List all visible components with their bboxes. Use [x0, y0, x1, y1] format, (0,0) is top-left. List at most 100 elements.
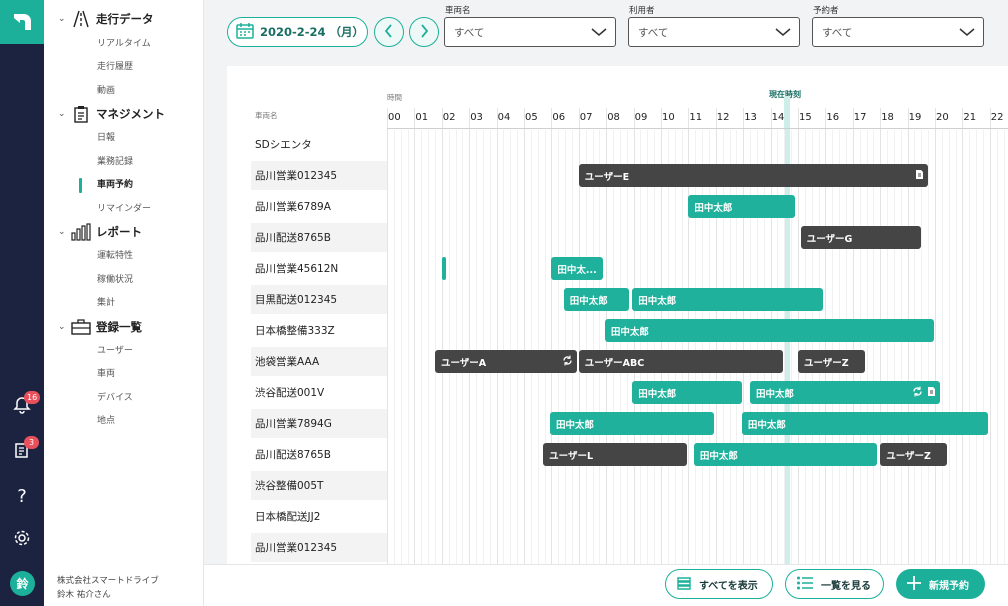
reservation-user: 田中太郎	[638, 388, 677, 400]
next-day-button[interactable]	[409, 17, 439, 47]
settings-button[interactable]	[0, 524, 44, 556]
quarter-gridline	[804, 130, 806, 564]
reservation-user: ユーザーG	[806, 233, 853, 245]
vehicle-filter-select[interactable]: すべて	[444, 17, 616, 47]
sidebar-item-devices[interactable]: デバイス	[97, 391, 133, 405]
vehicle-row-label: 品川配送8765B	[255, 449, 331, 461]
reservation-bar[interactable]: 田中太郎	[750, 381, 941, 404]
notifications-button[interactable]: 16	[0, 391, 44, 423]
stack-icon	[676, 575, 692, 594]
sidebar-item-realtime[interactable]: リアルタイム	[97, 37, 151, 51]
quarter-gridline	[489, 130, 491, 564]
sidebar-item-work-record[interactable]: 業務記録	[97, 155, 133, 169]
reservation-bar[interactable]: ユーザーG	[800, 226, 922, 249]
sidebar-item-reminder[interactable]: リマインダー	[97, 202, 151, 216]
hour-label: 01	[415, 112, 429, 123]
reservation-bar[interactable]: ユーザーZ	[798, 350, 866, 373]
show-all-button[interactable]: すべてを表示	[665, 569, 773, 599]
hour-label: 22	[990, 112, 1004, 123]
quarter-gridline	[558, 130, 560, 564]
quarter-gridline	[462, 130, 464, 564]
reservation-bar[interactable]: 田中太...	[551, 257, 604, 280]
hour-label: 07	[579, 112, 593, 123]
view-list-button[interactable]: 一覧を見る	[785, 569, 884, 599]
quarter-gridline	[921, 130, 923, 564]
help-button[interactable]: ?	[0, 480, 44, 512]
sidebar-item-locations[interactable]: 地点	[97, 414, 115, 428]
booker-filter-value: すべて	[822, 26, 853, 39]
reservation-bar[interactable]: 田中太郎	[632, 288, 823, 311]
sidebar-item-vehicles[interactable]: 車両	[97, 367, 115, 381]
sidebar-item-history[interactable]: 走行履歴	[97, 60, 133, 74]
avatar[interactable]: 鈴	[10, 571, 35, 596]
quarter-gridline	[941, 130, 943, 564]
reservation-bar[interactable]: 田中太郎	[693, 443, 878, 466]
reservation-user: 田中太郎	[556, 419, 595, 431]
reservation-bar[interactable]: ユーザーABC	[578, 350, 783, 373]
view-list-label: 一覧を見る	[821, 580, 871, 592]
reservation-bar[interactable]: 田中太郎	[563, 288, 630, 311]
quarter-gridline	[448, 130, 450, 564]
booker-filter-label: 予約者	[813, 6, 839, 16]
app-logo[interactable]	[0, 0, 44, 44]
road-icon	[70, 9, 92, 29]
hour-label: 02	[442, 112, 456, 123]
reservation-icons	[912, 386, 936, 400]
chevron-down-icon: ⌄	[58, 109, 66, 119]
hour-gridline	[962, 108, 964, 564]
nav-section-report[interactable]: ⌄ レポート	[58, 222, 142, 242]
vehicle-row-label: 目黒配送012345	[251, 285, 387, 314]
booker-filter-select[interactable]: すべて	[812, 17, 984, 47]
sidebar-item-daily-report[interactable]: 日報	[97, 131, 115, 145]
nav-section-registry[interactable]: ⌄ 登録一覧	[58, 317, 142, 337]
reservation-bar[interactable]: ユーザーE	[578, 164, 929, 187]
quarter-gridline	[455, 130, 457, 564]
reservation-bar[interactable]: 田中太郎	[550, 412, 715, 435]
sidebar-item-aggregation[interactable]: 集計	[97, 296, 115, 310]
sidebar-item-users[interactable]: ユーザー	[97, 344, 133, 358]
sidebar-item-vehicle-reservation[interactable]: 車両予約	[97, 178, 133, 192]
vehicle-header: 車両名	[255, 111, 278, 120]
date-picker-button[interactable]: 2020-2-24 （月）	[227, 17, 368, 47]
quarter-gridline	[1003, 130, 1005, 564]
hour-label: 10	[662, 112, 675, 123]
reservation-bar[interactable]: 田中太郎	[604, 319, 934, 342]
prev-day-button[interactable]	[374, 17, 404, 47]
calendar-icon	[236, 22, 254, 42]
quarter-gridline	[482, 130, 484, 564]
quarter-gridline	[613, 130, 615, 564]
vehicle-row-label: 品川営業012345	[251, 161, 387, 190]
quarter-gridline	[811, 130, 813, 564]
time-header: 時間	[387, 93, 402, 102]
new-reservation-button[interactable]: 新規予約	[896, 569, 985, 599]
hour-label: 08	[607, 112, 620, 123]
reservation-bar[interactable]: ユーザーL	[543, 443, 688, 466]
quarter-gridline	[428, 130, 430, 564]
nav-section-management[interactable]: ⌄ マネジメント	[58, 104, 165, 124]
quarter-gridline	[626, 130, 628, 564]
nav-section-driving-data[interactable]: ⌄ 走行データ	[58, 9, 154, 29]
vehicle-row-label: 品川配送8765B	[251, 223, 387, 252]
gear-icon	[13, 529, 31, 551]
quarter-gridline	[948, 130, 950, 564]
user-filter-select[interactable]: すべて	[628, 17, 800, 47]
sidebar-item-operation-status[interactable]: 稼働状況	[97, 273, 133, 287]
question-icon: ?	[17, 485, 27, 507]
reservation-bar[interactable]: 田中太郎	[741, 412, 989, 435]
reservation-bar[interactable]	[441, 257, 446, 280]
hour-gridline	[935, 108, 936, 564]
nav-section-label: マネジメント	[96, 107, 165, 121]
hour-label: 14	[771, 112, 785, 123]
reservation-bar[interactable]: ユーザーZ	[880, 443, 948, 466]
reservation-bar[interactable]: 田中太郎	[632, 381, 742, 404]
reservation-bar[interactable]: 田中太郎	[688, 195, 796, 218]
document-icon	[915, 169, 924, 183]
sidebar-item-driving-characteristics[interactable]: 運転特性	[97, 249, 133, 263]
sidebar-item-video[interactable]: 動画	[97, 84, 115, 98]
quarter-gridline	[674, 130, 676, 564]
reservation-bar[interactable]: ユーザーA	[434, 350, 578, 373]
chevron-down-icon: ⌄	[58, 227, 66, 237]
quarter-gridline	[592, 130, 594, 564]
documents-button[interactable]: 3	[0, 436, 44, 468]
hour-label: 18	[881, 112, 894, 123]
